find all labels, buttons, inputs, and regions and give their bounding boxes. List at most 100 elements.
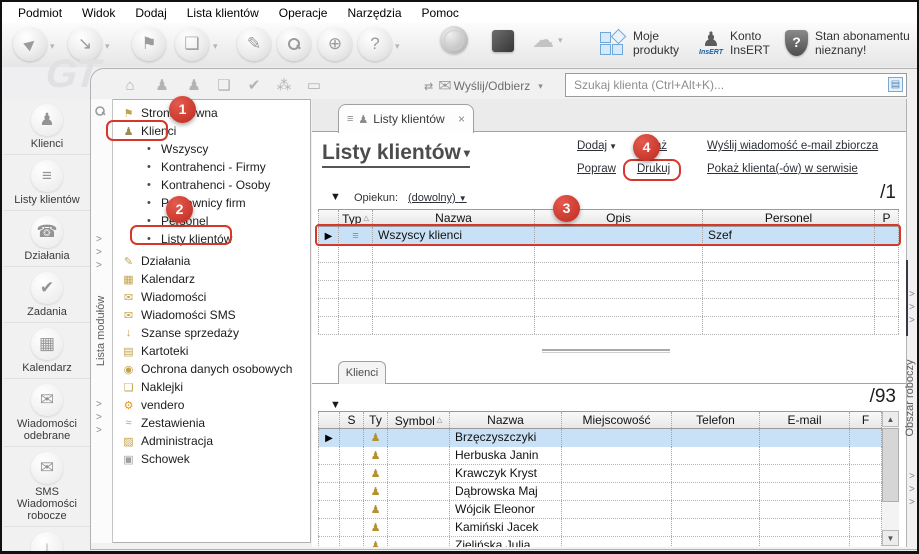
select-arrow-icon[interactable]: ► [13,27,47,61]
phone-icon[interactable]: ▭ [303,75,325,97]
tree-item-kartoteki[interactable]: ▤Kartoteki [115,342,310,360]
bullet-icon: • [147,197,155,209]
scroll-down-icon[interactable]: ▼ [882,530,899,546]
action-icon[interactable]: ❏ [213,75,235,97]
menu-pomoc[interactable]: Pomoc [412,4,469,22]
scroll-up-icon[interactable]: ▲ [882,411,899,427]
workspace-strip-label: Obszar roboczy [904,343,916,453]
search-input[interactable] [565,73,907,97]
opiekun-value[interactable]: (dowolny) ▼ [408,192,467,204]
sidebar-item-sms-robocze[interactable]: ✉ SMS Wiadomości robocze [4,447,90,527]
row-pointer-icon: ▶ [325,433,333,444]
help-dropdown[interactable]: ▾ [395,41,400,52]
cloud-button[interactable]: ☁ ▾ [532,29,563,51]
client-icon[interactable]: ♟ [151,75,173,97]
main-content-panel: ≡ ♟ Listy klientów × Listy klientów▾ Dod… [312,99,906,547]
email-zbiorcza-link[interactable]: Wyślij wiadomość e-mail zbiorcza [707,140,878,152]
task-icon[interactable]: ✔ [243,75,265,97]
popraw-link[interactable]: Popraw [577,163,616,175]
client-list-tab-icon: ≡ [347,113,353,125]
send-receive-dropdown[interactable]: ▾ [538,81,543,92]
tree-search-icon[interactable] [94,104,106,122]
tree-item-administracja[interactable]: ▨Administracja [115,432,310,450]
company-icon[interactable]: ⌂ [119,75,141,97]
sidebar-item-listy-klientow[interactable]: ≡ Listy klientów [4,155,90,211]
web-doc-icon[interactable]: ⊕ [318,27,352,61]
client-list-icon[interactable]: ♟ [183,75,205,97]
page-title[interactable]: Listy klientów▾ [322,141,470,168]
client-row[interactable]: ▶ ♟ Brzęczyszczyki [318,429,882,447]
tree-item-szanse-sprzedazy[interactable]: ↓Szanse sprzedaży [115,324,310,342]
tree-item-wiadomosci-sms[interactable]: ✉Wiadomości SMS [115,306,310,324]
menu-narzedzia[interactable]: Narzędzia [337,4,411,22]
activities-node-icon: ✎ [121,255,136,268]
tree-item-wszyscy[interactable]: •Wszyscy [115,140,310,158]
client-row[interactable]: ♟ Herbuska Janin [318,447,882,465]
menu-widok[interactable]: Widok [72,4,125,22]
tree-item-dzialania[interactable]: ✎Działania [115,252,310,270]
bottom-filter-icon[interactable]: ▼ [330,399,341,411]
records-node-icon: ▤ [121,345,136,358]
clients-count: /93 [870,386,896,408]
cloud-icon: ☁ [532,29,554,51]
reports-node-icon: ≈ [121,417,136,429]
search-list-icon[interactable]: ▤ [888,77,903,92]
scrollbar-thumb[interactable] [882,428,899,502]
tree-item-vendero[interactable]: ⚙vendero [115,396,310,414]
send-receive-button[interactable]: ⇄ ✉ Wyślij/Odbierz ▾ [424,76,543,96]
sidebar-item-klienci[interactable]: ♟ Klienci [4,99,90,155]
module-list-strip-label: Lista modułów [95,276,107,386]
sidebar-item-wiadomosci-odebrane[interactable]: ✉ Wiadomości odebrane [4,379,90,447]
client-row[interactable]: ♟ Kamiński Jacek [318,519,882,537]
sidebar-item-szanse-sprzedazy[interactable]: ↓ Szanse sprzedaży [4,527,90,554]
clients-table-header[interactable]: S Ty Symbol△ Nazwa Miejscowość Telefon E… [318,411,882,429]
client-row[interactable]: ♟ Zielińska Julia [318,537,882,547]
pokaz-w-serwisie-link[interactable]: Pokaż klienta(-ów) w serwisie [707,163,858,175]
client-row[interactable]: ♟ Krawczyk Kryst [318,465,882,483]
sidebar-item-dzialania[interactable]: ☎ Działania [4,211,90,267]
tree-item-schowek[interactable]: ▣Schowek [115,450,310,468]
search-doc-icon[interactable] [277,27,311,61]
tree-item-naklejki[interactable]: ❏Naklejki [115,378,310,396]
subscription-status-button[interactable]: ? Stan abonamentu nieznany! [785,29,919,57]
go-to-dropdown[interactable]: ▾ [105,41,110,52]
menu-lista-klientow[interactable]: Lista klientów [177,4,269,22]
tab-klienci-bottom[interactable]: Klienci [338,361,386,384]
client-search: ▤ [565,73,907,97]
client-row[interactable]: ♟ Dąbrowska Maj [318,483,882,501]
application-window: Podmiot Widok Dodaj Lista klientów Opera… [0,0,919,554]
group-icon[interactable]: ⁂ [273,75,295,97]
konto-insert-button[interactable]: ♟ InsERT Konto InsERT [699,29,775,57]
flag-icon[interactable]: ⚑ [132,27,166,61]
panel-splitter[interactable] [542,349,670,353]
tree-item-zestawienia[interactable]: ≈Zestawienia [115,414,310,432]
menu-operacje[interactable]: Operacje [269,4,338,22]
administration-node-icon: ▨ [121,435,136,448]
new-document-dropdown[interactable]: ▾ [213,41,218,52]
tab-close-icon[interactable]: × [458,112,465,126]
help-bubble-icon[interactable]: ? [358,27,392,61]
tree-item-wiadomosci[interactable]: ✉Wiadomości [115,288,310,306]
list-filter-icon[interactable]: ▼ [330,191,341,203]
tree-item-ochrona-danych[interactable]: ◉Ochrona danych osobowych [115,360,310,378]
moje-produkty-button[interactable]: Moje produkty [600,29,688,57]
menu-podmiot[interactable]: Podmiot [8,4,72,22]
tree-item-kontrahenci-firmy[interactable]: •Kontrahenci - Firmy [115,158,310,176]
client-row[interactable]: ♟ Wójcik Eleonor [318,501,882,519]
calendar-node-icon: ▦ [121,273,136,286]
tree-item-kalendarz[interactable]: ▦Kalendarz [115,270,310,288]
dodaj-link[interactable]: Dodaj▼ [577,140,617,152]
sidebar-item-zadania[interactable]: ✔ Zadania [4,267,90,323]
title-dropdown-icon[interactable]: ▾ [464,146,470,160]
cloud-dropdown[interactable]: ▾ [558,35,563,46]
globe-button[interactable] [440,26,468,54]
tree-item-kontrahenci-osoby[interactable]: •Kontrahenci - Osoby [115,176,310,194]
edit-icon[interactable]: ✎ [237,27,271,61]
tab-listy-klientow[interactable]: ≡ ♟ Listy klientów × [338,104,474,133]
menu-dodaj[interactable]: Dodaj [125,4,176,22]
cube-button[interactable] [492,30,514,52]
select-arrow-dropdown[interactable]: ▾ [50,41,55,52]
tree-item-pracownicy-firm[interactable]: •Pracownicy firm [115,194,310,212]
sidebar-item-kalendarz[interactable]: ▦ Kalendarz [4,323,90,379]
new-document-icon[interactable]: ❏ [175,27,209,61]
